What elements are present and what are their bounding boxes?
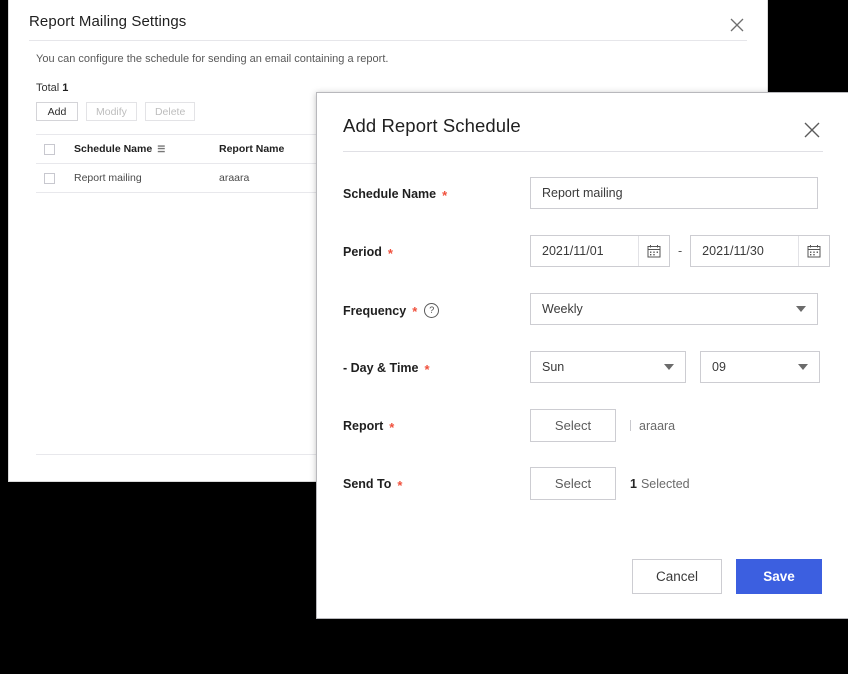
dialog-header-divider — [343, 151, 823, 152]
period-start-date-field[interactable]: 2021/11/01 — [530, 235, 670, 267]
label-period: Period * — [343, 245, 393, 259]
label-text-report: Report — [343, 419, 383, 433]
day-select[interactable]: Sun — [530, 351, 686, 383]
label-report: Report * — [343, 419, 394, 433]
field-row-day-time: - Day & Time * Sun 09 — [317, 345, 848, 403]
time-selected-value: 09 — [701, 360, 798, 374]
required-asterisk: * — [397, 479, 402, 492]
help-icon[interactable]: ? — [424, 303, 439, 318]
column-label-schedule-name: Schedule Name — [74, 143, 152, 155]
frequency-selected-value: Weekly — [531, 302, 796, 316]
period-end-date-field[interactable]: 2021/11/30 — [690, 235, 830, 267]
field-area-day-time: Sun 09 — [530, 351, 820, 383]
dialog-footer: Cancel Save — [317, 559, 848, 594]
select-all-cell — [36, 144, 74, 155]
report-selected-info: araara — [630, 419, 675, 433]
header-divider — [29, 40, 747, 41]
label-day-time: - Day & Time * — [343, 361, 430, 375]
label-text-period: Period — [343, 245, 382, 259]
label-send-to: Send To * — [343, 477, 402, 491]
field-row-period: Period * 2021/11/01 — [317, 229, 848, 287]
field-area-report: Select araara — [530, 409, 675, 442]
label-schedule-name: Schedule Name * — [343, 187, 447, 201]
dialog-title: Add Report Schedule — [343, 115, 521, 137]
field-area-send-to: Select 1 Selected — [530, 467, 690, 500]
send-to-selected-count: 1 — [630, 477, 637, 491]
label-frequency: Frequency * ? — [343, 303, 439, 318]
field-area-schedule-name: Report mailing — [530, 177, 818, 209]
chevron-down-icon — [664, 364, 674, 370]
day-selected-value: Sun — [531, 360, 664, 374]
calendar-icon[interactable] — [798, 236, 829, 266]
cell-schedule-name[interactable]: Report mailing — [74, 172, 219, 184]
select-all-checkbox[interactable] — [44, 144, 55, 155]
label-text-send-to: Send To — [343, 477, 391, 491]
send-to-selected-suffix: Selected — [641, 477, 690, 491]
window-description: You can configure the schedule for sendi… — [36, 53, 388, 65]
time-select[interactable]: 09 — [700, 351, 820, 383]
required-asterisk: * — [425, 363, 430, 376]
label-text-schedule-name: Schedule Name — [343, 187, 436, 201]
required-asterisk: * — [412, 305, 417, 318]
row-checkbox[interactable] — [44, 173, 55, 184]
column-header-schedule-name[interactable]: Schedule Name ☰ — [74, 143, 219, 155]
field-row-frequency: Frequency * ? Weekly — [317, 287, 848, 345]
close-icon[interactable] — [801, 119, 823, 141]
schedule-name-input[interactable]: Report mailing — [530, 177, 818, 209]
field-row-schedule-name: Schedule Name * Report mailing — [317, 171, 848, 229]
send-to-select-button[interactable]: Select — [530, 467, 616, 500]
chevron-down-icon — [796, 306, 806, 312]
period-separator: - — [678, 244, 682, 258]
add-report-schedule-dialog: Add Report Schedule Schedule Name * Repo… — [316, 92, 848, 619]
table-toolbar: Add Modify Delete — [36, 102, 203, 121]
report-selected-value: araara — [639, 419, 675, 433]
send-to-selected-info: 1 Selected — [630, 477, 690, 491]
calendar-icon[interactable] — [638, 236, 669, 266]
label-text-day-time: - Day & Time — [343, 361, 419, 375]
required-asterisk: * — [389, 421, 394, 434]
divider-bar — [630, 420, 631, 431]
field-row-report: Report * Select araara — [317, 403, 848, 461]
row-select-cell — [36, 173, 74, 184]
modify-button[interactable]: Modify — [86, 102, 137, 121]
total-value: 1 — [62, 82, 68, 94]
delete-button[interactable]: Delete — [145, 102, 195, 121]
period-start-date-input[interactable]: 2021/11/01 — [531, 244, 638, 258]
close-icon[interactable] — [727, 15, 747, 35]
page-title: Report Mailing Settings — [29, 13, 186, 30]
save-button[interactable]: Save — [736, 559, 822, 594]
report-select-button[interactable]: Select — [530, 409, 616, 442]
add-button[interactable]: Add — [36, 102, 78, 121]
field-area-frequency: Weekly — [530, 293, 818, 325]
period-end-date-input[interactable]: 2021/11/30 — [691, 244, 798, 258]
required-asterisk: * — [442, 189, 447, 202]
field-area-period: 2021/11/01 — [530, 235, 830, 267]
total-label: Total — [36, 82, 59, 94]
cancel-button[interactable]: Cancel — [632, 559, 722, 594]
frequency-select[interactable]: Weekly — [530, 293, 818, 325]
schedule-form: Schedule Name * Report mailing Period * … — [317, 171, 848, 519]
field-row-send-to: Send To * Select 1 Selected — [317, 461, 848, 519]
label-text-frequency: Frequency — [343, 304, 406, 318]
required-asterisk: * — [388, 247, 393, 260]
chevron-down-icon — [798, 364, 808, 370]
sort-icon[interactable]: ☰ — [157, 144, 165, 154]
total-count: Total1 — [36, 82, 68, 94]
